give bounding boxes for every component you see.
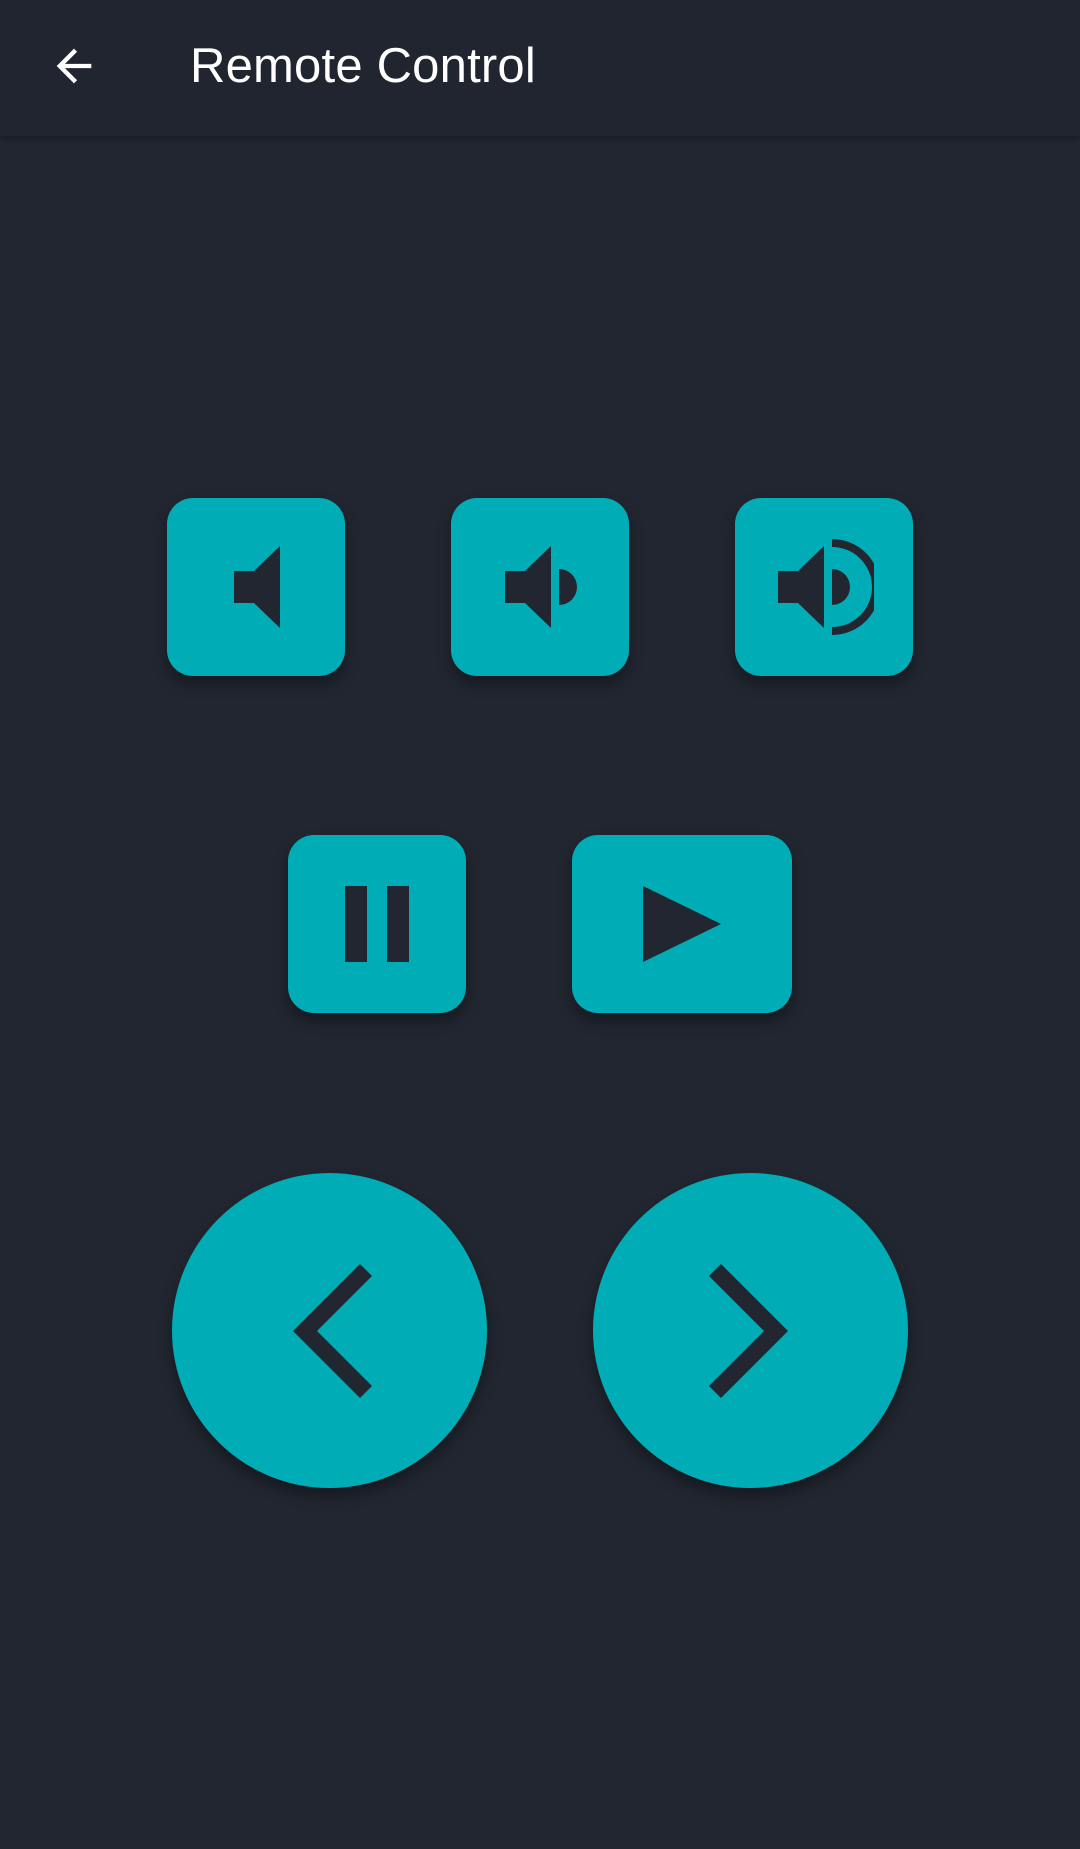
chevron-right-icon [708, 1263, 788, 1398]
page-title: Remote Control [190, 39, 536, 93]
play-icon [643, 886, 721, 962]
volume-up-icon [778, 539, 874, 635]
chevron-left-icon [292, 1263, 372, 1398]
volume-mute-button[interactable] [167, 498, 345, 676]
back-button[interactable] [36, 28, 112, 104]
remote-control-screen: Remote Control [0, 0, 1080, 1849]
volume-down-button[interactable] [451, 498, 629, 676]
volume-down-icon [505, 546, 577, 628]
previous-button[interactable] [172, 1173, 487, 1488]
pause-button[interactable] [288, 835, 466, 1013]
next-button[interactable] [593, 1173, 908, 1488]
play-button[interactable] [572, 835, 792, 1013]
arrow-back-icon [56, 48, 92, 84]
app-bar: Remote Control [0, 0, 1080, 136]
volume-mute-icon [234, 546, 280, 628]
pause-icon [345, 886, 409, 962]
volume-up-button[interactable] [735, 498, 913, 676]
